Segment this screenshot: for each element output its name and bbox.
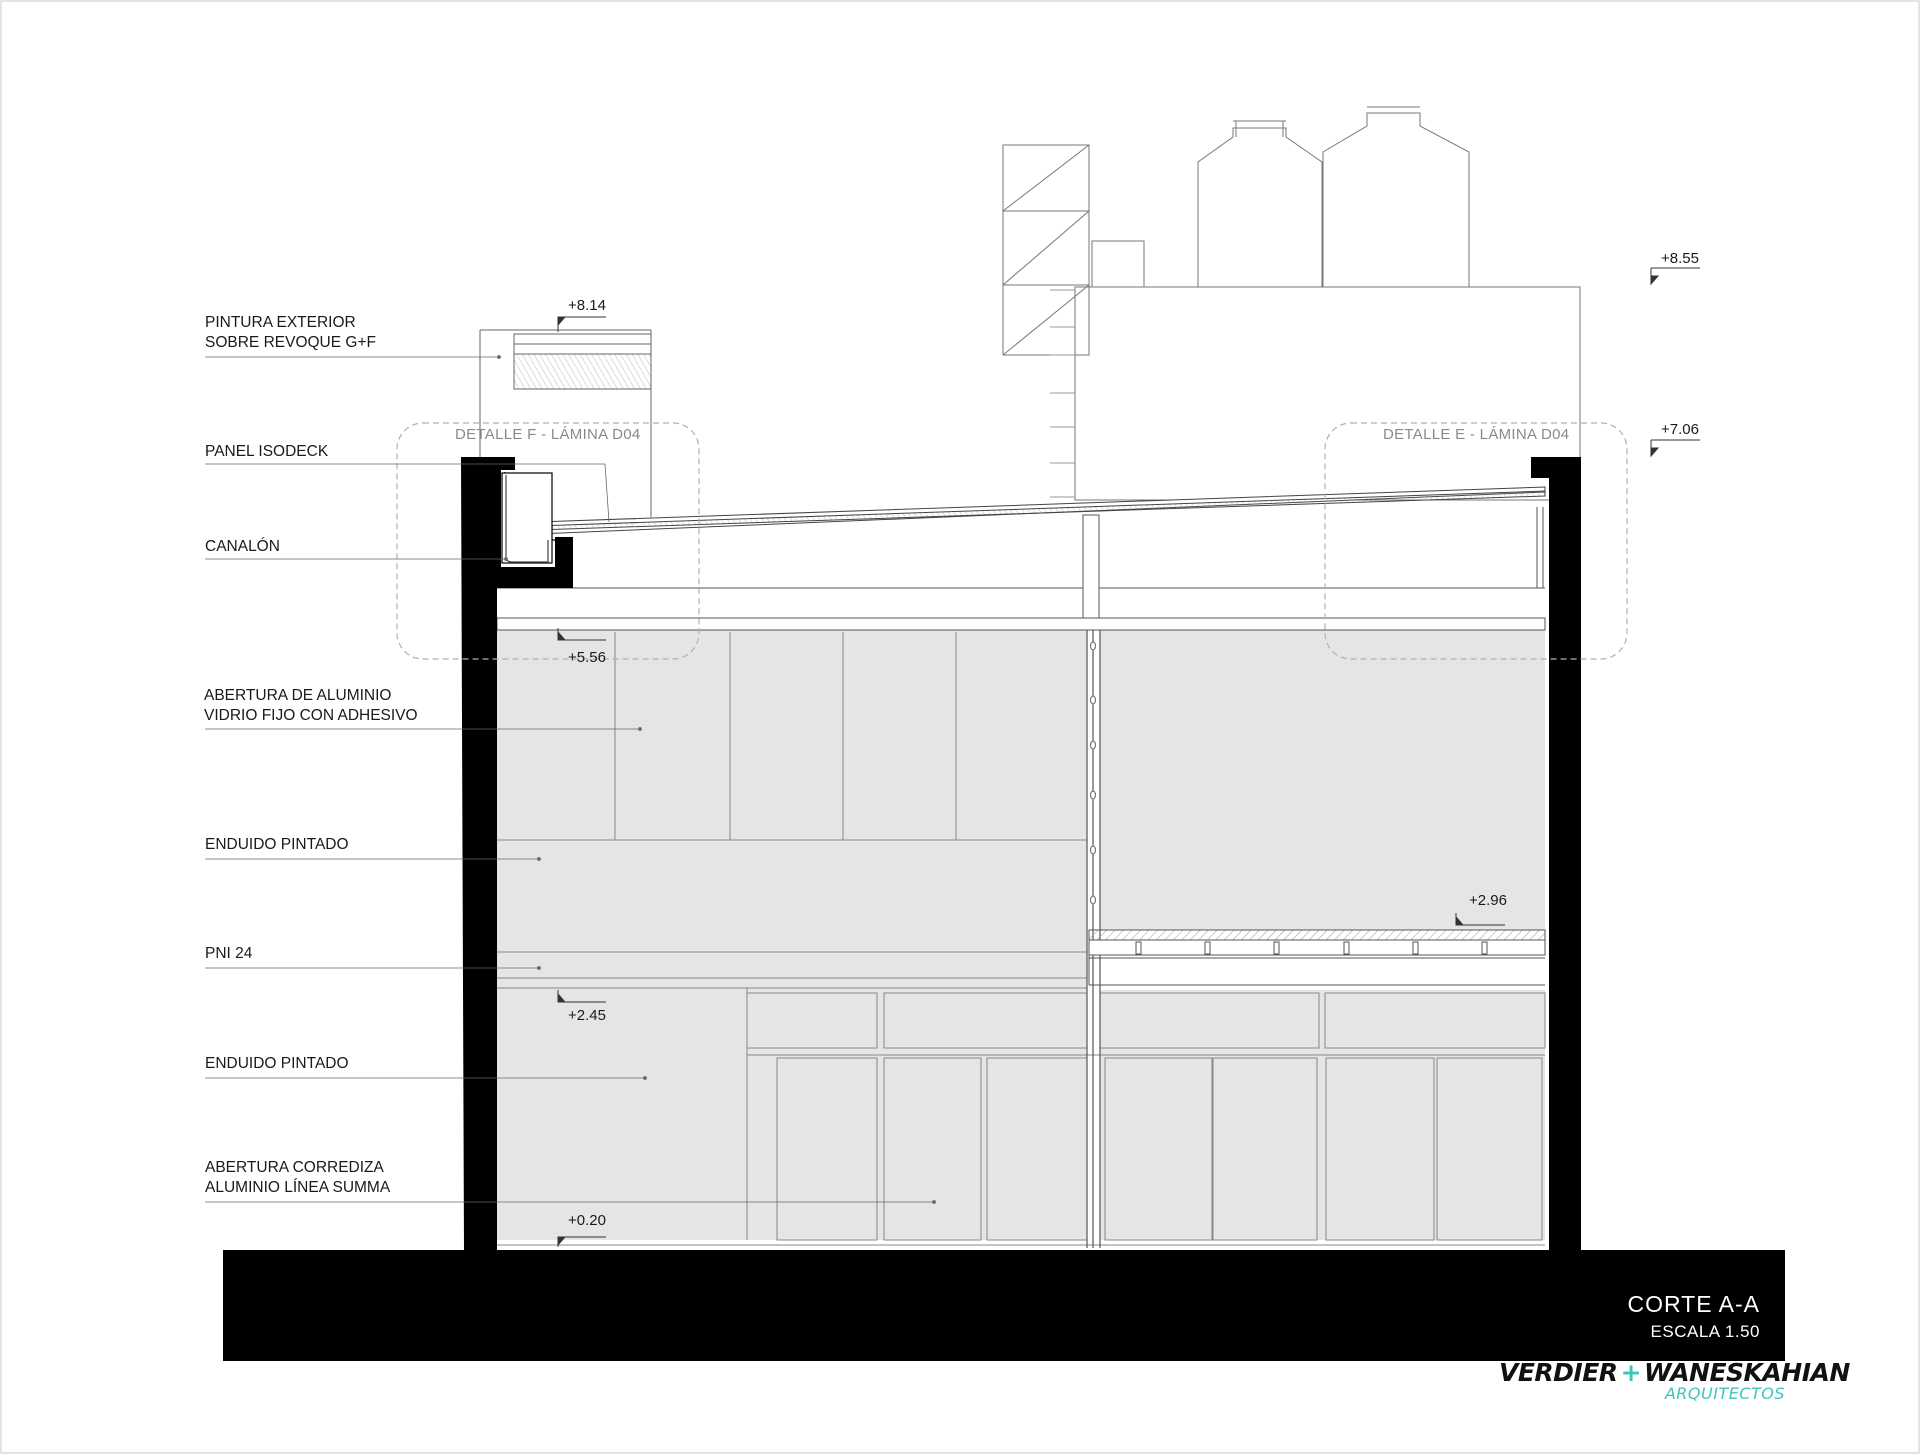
level-label: +2.96 <box>1469 892 1507 909</box>
annotation-canalon: CANALÓN <box>205 538 280 555</box>
level-label: +8.14 <box>568 297 606 314</box>
left-glazing <box>497 630 1087 1240</box>
roof-panel <box>536 486 1546 588</box>
level-label: +8.55 <box>1661 250 1699 267</box>
annotation-line: ALUMINIO LÍNEA SUMMA <box>205 1179 391 1196</box>
annotation-pni-24: PNI 24 <box>205 945 253 962</box>
level-label: +7.06 <box>1661 421 1699 438</box>
annotation-line: VIDRIO FIJO CON ADHESIVO <box>204 707 418 724</box>
logo-plus-icon: + <box>1620 1358 1642 1387</box>
mezzanine-slab <box>1088 929 1546 986</box>
annotation-fixed-glass: ABERTURA DE ALUMINIO VIDRIO FIJO CON ADH… <box>204 686 418 726</box>
level-label: +2.45 <box>568 1007 606 1024</box>
detail-f-label: DETALLE F - LÁMINA D04 <box>455 426 641 443</box>
ground-band <box>223 1250 1785 1361</box>
logo-wordmark: VERDIER + WANESKAHIAN <box>1499 1358 1850 1387</box>
level-label: +0.20 <box>568 1212 606 1229</box>
studio-logo: VERDIER + WANESKAHIAN ARQUITECTOS <box>1499 1358 1850 1403</box>
water-tanks <box>1197 106 1470 287</box>
roof-beam <box>496 514 1546 631</box>
annotation-exterior-paint: PINTURA EXTERIOR SOBRE REVOQUE G+F <box>205 313 376 353</box>
right-upper-glazing <box>1100 630 1545 930</box>
annotation-enduido-lower: ENDUIDO PINTADO <box>205 1055 349 1072</box>
gutter <box>501 472 559 569</box>
annotation-panel-isodeck: PANEL ISODECK <box>205 443 329 460</box>
annotation-line: ABERTURA DE ALUMINIO <box>204 687 392 704</box>
annotation-line: ABERTURA CORREDIZA <box>205 1159 384 1176</box>
section-drawing <box>0 0 1920 1454</box>
background-building <box>1002 144 1581 501</box>
annotation-sliding-opening: ABERTURA CORREDIZA ALUMINIO LÍNEA SUMMA <box>205 1158 390 1198</box>
level-label: +5.56 <box>568 649 606 666</box>
logo-subtitle: ARQUITECTOS <box>1664 1384 1785 1403</box>
annotation-enduido-upper: ENDUIDO PINTADO <box>205 836 349 853</box>
logo-left: VERDIER <box>1499 1358 1618 1387</box>
annotation-line: SOBRE REVOQUE G+F <box>205 334 376 351</box>
right-lower-glazing <box>1100 990 1545 1240</box>
drawing-title: CORTE A-A <box>1627 1291 1760 1317</box>
logo-right: WANESKAHIAN <box>1644 1358 1850 1387</box>
drawing-scale: ESCALA 1.50 <box>1650 1322 1760 1341</box>
annotation-line: PINTURA EXTERIOR <box>205 314 356 331</box>
drawing-sheet: PINTURA EXTERIOR SOBRE REVOQUE G+F PANEL… <box>0 0 1920 1454</box>
detail-e-label: DETALLE E - LÁMINA D04 <box>1383 426 1570 443</box>
